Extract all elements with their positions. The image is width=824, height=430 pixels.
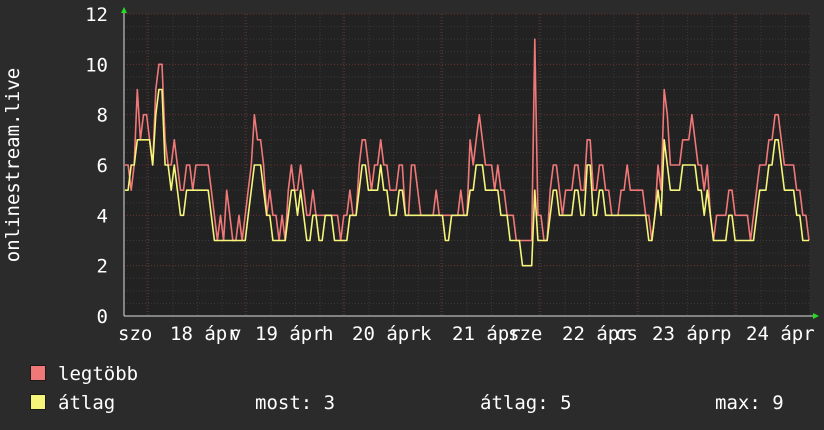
y-tick-label: 10: [85, 54, 108, 76]
legend-swatch-atlag: [30, 394, 46, 410]
y-tick-label: 6: [97, 155, 108, 177]
y-tick-label: 8: [97, 105, 108, 127]
stat-average: átlag: 5: [480, 392, 572, 414]
x-tick-label: p: [720, 323, 731, 345]
x-tick-label: 19 ápr: [255, 323, 324, 345]
x-tick-label: 24 ápr: [746, 323, 815, 345]
x-axis-arrow: [813, 313, 819, 319]
y-tick-label: 12: [85, 4, 108, 26]
x-tick-label: 20 ápr: [352, 323, 421, 345]
x-tick-label: h: [322, 323, 333, 345]
legend-item-legtobb: legtöbb: [30, 363, 138, 385]
legend-item-atlag: átlag: [30, 392, 115, 414]
x-tick-label: k: [420, 323, 432, 345]
y-tick-label: 4: [97, 205, 108, 227]
x-tick-label: 18 ápr: [170, 323, 239, 345]
x-tick-label: szo: [118, 323, 152, 345]
y-axis-label: onlinestream.live: [2, 68, 24, 262]
x-tick-label: cs: [615, 323, 638, 345]
legend-swatch-legtobb: [30, 365, 46, 381]
stat-now: most: 3: [255, 392, 336, 414]
legend-label-atlag: átlag: [58, 392, 116, 414]
x-tick-label: 23 ápr: [652, 323, 721, 345]
y-tick-labels: 0 2 4 6 8 10 12: [85, 4, 108, 328]
y-axis-arrow: [121, 7, 127, 13]
y-tick-label: 2: [97, 256, 108, 278]
x-tick-label: v: [230, 323, 241, 345]
x-tick-label: sze: [508, 323, 542, 345]
x-tick-labels: szo 18 áprv 19 áprh 20 ápr k 21 áprsze 22 áprc…: [118, 323, 815, 345]
stat-max: max: 9: [715, 392, 784, 414]
y-tick-label: 0: [97, 306, 108, 328]
legend-label-legtobb: legtöbb: [58, 363, 139, 385]
